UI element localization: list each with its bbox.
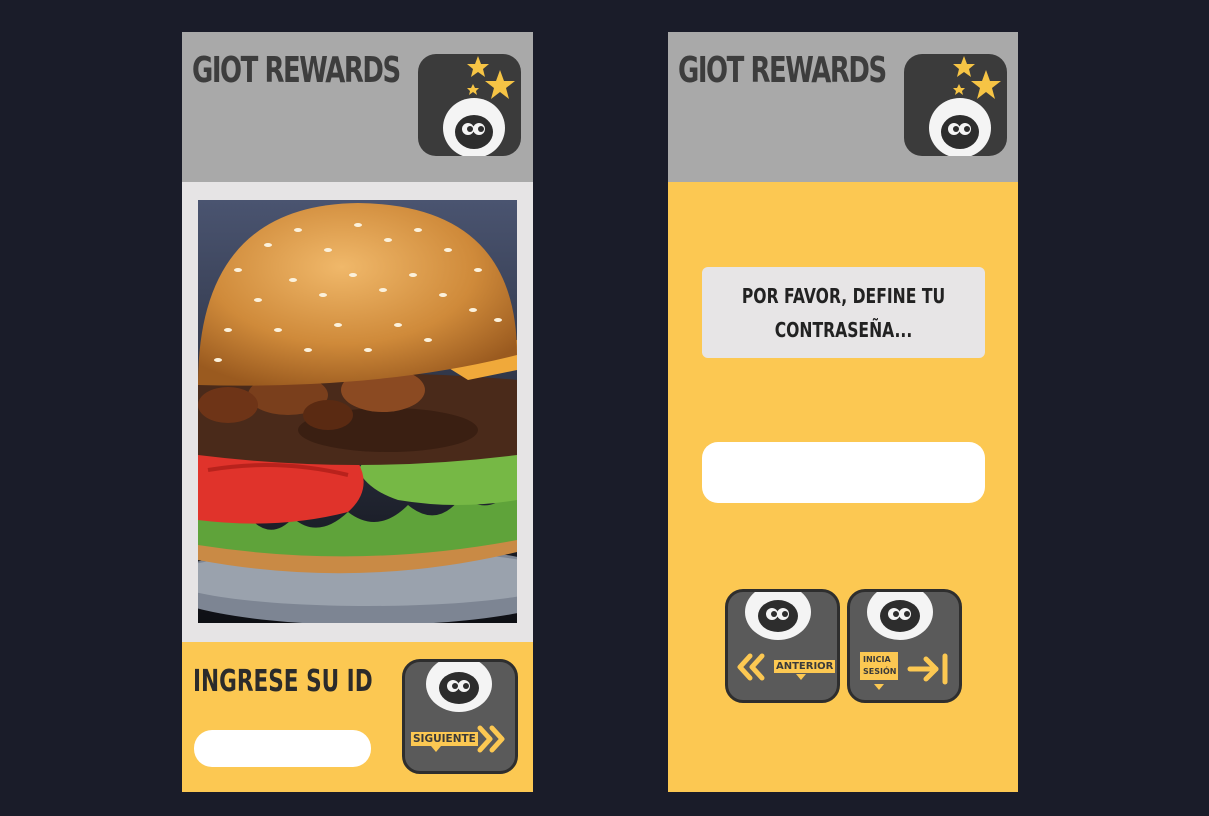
previous-button[interactable]: ANTERIOR [725, 589, 840, 703]
double-chevron-left-icon [737, 653, 765, 681]
previous-button-label: ANTERIOR [774, 660, 836, 673]
brand-title: GIOT REWARDS [678, 50, 887, 91]
next-button-label: SIGUIENTE [411, 732, 478, 746]
mascot-icon [867, 592, 933, 640]
photo-frame [182, 182, 533, 642]
double-chevron-right-icon [477, 725, 505, 753]
burger-photo [198, 200, 517, 623]
id-label: INGRESE SU ID [193, 664, 373, 699]
login-button-label: INICIA SESIÓN [860, 652, 898, 680]
app-header: GIOT REWARDS [182, 32, 533, 182]
app-header: GIOT REWARDS [668, 32, 1018, 182]
mascot-icon [443, 98, 505, 156]
prompt-box: POR FAVOR, DEFINE TU CONTRASEÑA... [702, 267, 985, 358]
mascot-icon [745, 592, 811, 640]
app-logo [904, 54, 1007, 156]
prompt-text: POR FAVOR, DEFINE TU CONTRASEÑA... [741, 283, 946, 342]
password-screen: GIOT REWARDS POR FAVOR, DEFINE TU CONTRA… [668, 32, 1018, 792]
arrow-to-bar-icon [907, 653, 948, 685]
id-input[interactable] [194, 730, 371, 767]
id-entry-bar: INGRESE SU ID SIGUIENTE [182, 642, 533, 792]
stars-icon [443, 56, 515, 156]
mascot-icon [426, 662, 492, 712]
password-input[interactable] [702, 442, 985, 503]
stars-icon [929, 56, 1001, 156]
id-entry-screen: GIOT REWARDS INGRESE SU ID SIGUIENTE [182, 32, 533, 792]
login-button[interactable]: INICIA SESIÓN [847, 589, 962, 703]
password-panel: POR FAVOR, DEFINE TU CONTRASEÑA... ANTER… [668, 182, 1018, 792]
app-logo [418, 54, 521, 156]
next-button[interactable]: SIGUIENTE [402, 659, 518, 774]
brand-title: GIOT REWARDS [192, 50, 401, 91]
mascot-icon [929, 98, 991, 156]
